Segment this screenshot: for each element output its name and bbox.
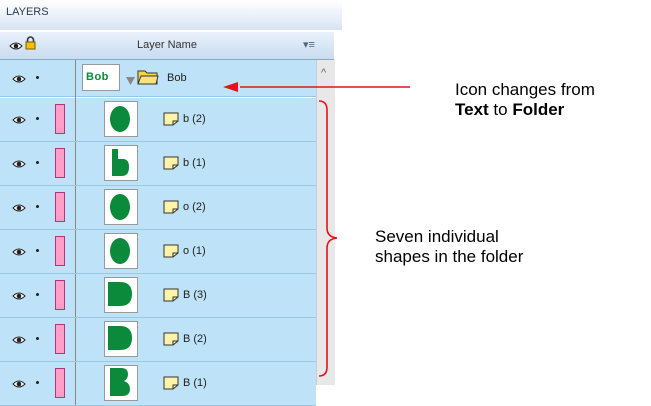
divider: [75, 274, 76, 317]
layer-row[interactable]: o (1): [0, 230, 316, 274]
divider: [75, 60, 76, 103]
layer-name: o (2): [183, 201, 206, 213]
layer-row[interactable]: o (2): [0, 186, 316, 230]
shape-thumbnail: [104, 321, 138, 357]
layer-color-swatch[interactable]: [55, 192, 65, 222]
layer-color-swatch[interactable]: [55, 324, 65, 354]
layer-row[interactable]: B (3): [0, 274, 316, 318]
divider: [75, 142, 76, 185]
shape-thumbnail: [104, 277, 138, 313]
thumbnail-text: Bob: [86, 71, 109, 83]
shape-layer-icon: [163, 376, 179, 395]
layer-row[interactable]: b (2): [0, 98, 316, 142]
lock-toggle[interactable]: [36, 117, 39, 120]
layer-name: b (2): [183, 113, 206, 125]
layer-group-row[interactable]: Bob Bob: [0, 60, 316, 103]
panel-menu-icon[interactable]: ▾≡: [303, 38, 315, 51]
annotation-line: shapes in the folder: [375, 247, 524, 266]
shape-layer-icon: [163, 332, 179, 351]
annotation-seven-shapes: Seven individual shapes in the folder: [375, 227, 523, 267]
eye-icon[interactable]: [12, 376, 26, 394]
annotation-to: to: [488, 100, 513, 119]
eye-icon[interactable]: [12, 332, 26, 350]
eye-icon[interactable]: [12, 244, 26, 262]
lock-toggle[interactable]: [36, 337, 39, 340]
shape-thumbnail: [104, 145, 138, 181]
layer-name: B (1): [183, 377, 207, 389]
shape-thumbnail: [104, 233, 138, 269]
layer-color-swatch[interactable]: [55, 368, 65, 398]
scrollbar[interactable]: ^: [316, 60, 335, 385]
group-thumbnail: Bob: [82, 64, 120, 91]
eye-icon[interactable]: [12, 288, 26, 306]
divider: [75, 230, 76, 273]
lock-toggle[interactable]: [36, 249, 39, 252]
shape-thumbnail: [104, 189, 138, 225]
layers-header: Layer Name ▾≡: [0, 32, 334, 60]
divider: [75, 186, 76, 229]
layer-color-swatch[interactable]: [55, 104, 65, 134]
shape-layer-icon: [163, 156, 179, 175]
shape-thumbnail: [104, 101, 138, 137]
layer-name: B (2): [183, 333, 207, 345]
layer-name-header: Layer Name: [137, 39, 197, 51]
divider: [75, 98, 76, 141]
layers-panel: LAYERS Layer Name ▾≡ Bob Bob b (2) b (1)…: [0, 0, 335, 406]
annotation-icon-change: Icon changes from Text to Folder: [455, 80, 595, 120]
layer-name: b (1): [183, 157, 206, 169]
eye-icon[interactable]: [12, 156, 26, 174]
annotation-bold-folder: Folder: [512, 100, 565, 119]
panel-title: LAYERS: [6, 6, 49, 18]
annotation-line: Icon changes from: [455, 80, 595, 99]
layer-color-swatch[interactable]: [55, 148, 65, 178]
annotation-line: Text to Folder: [455, 100, 595, 120]
layer-row[interactable]: B (1): [0, 362, 316, 406]
shape-layer-icon: [163, 288, 179, 307]
layer-name: o (1): [183, 245, 206, 257]
shape-layer-icon: [163, 244, 179, 263]
eye-icon[interactable]: [12, 71, 26, 89]
divider: [75, 362, 76, 405]
shape-layer-icon: [163, 200, 179, 219]
layer-row[interactable]: B (2): [0, 318, 316, 362]
expand-triangle-icon[interactable]: [126, 72, 135, 90]
lock-toggle[interactable]: [36, 381, 39, 384]
shape-layer-icon: [163, 112, 179, 131]
eye-icon[interactable]: [12, 112, 26, 130]
layer-name: B (3): [183, 289, 207, 301]
group-name: Bob: [167, 72, 187, 84]
eye-icon[interactable]: [12, 200, 26, 218]
layer-row[interactable]: b (1): [0, 142, 316, 186]
divider: [75, 318, 76, 361]
layer-color-swatch[interactable]: [55, 280, 65, 310]
annotation-line: Seven individual: [375, 227, 499, 246]
shape-thumbnail: [104, 365, 138, 401]
layer-color-swatch[interactable]: [55, 236, 65, 266]
lock-toggle[interactable]: [36, 161, 39, 164]
folder-icon: [137, 69, 159, 90]
scroll-up-icon[interactable]: ^: [321, 67, 326, 79]
lock-toggle[interactable]: [36, 76, 39, 79]
lock-toggle[interactable]: [36, 205, 39, 208]
lock-toggle[interactable]: [36, 293, 39, 296]
annotation-bold-text: Text: [455, 100, 489, 119]
